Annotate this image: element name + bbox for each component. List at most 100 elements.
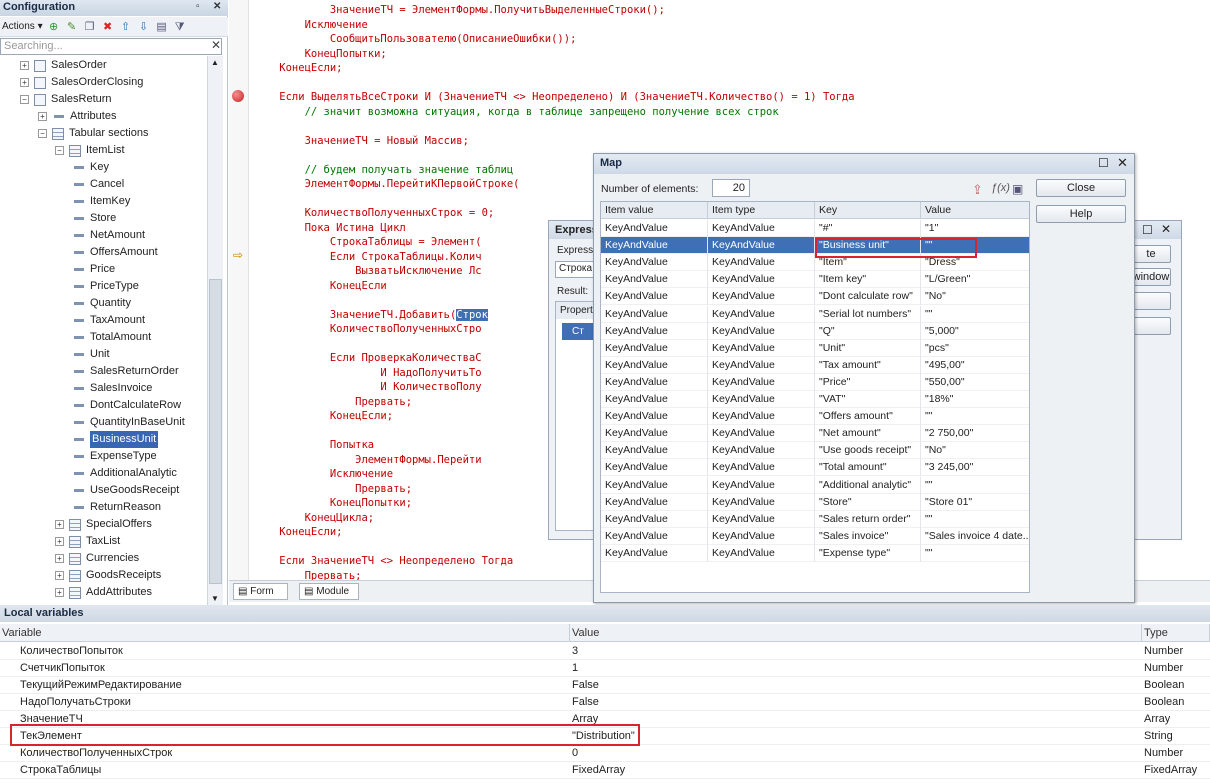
tree-item[interactable]: + SalesOrder: [20, 57, 107, 74]
map-row[interactable]: KeyAndValue KeyAndValue "Unit" "pcs": [601, 339, 1029, 357]
expand-icon[interactable]: +: [38, 112, 47, 121]
map-row[interactable]: KeyAndValue KeyAndValue "Serial lot number…: [601, 305, 1029, 323]
map-row[interactable]: KeyAndValue KeyAndValue "Sales return orde…: [601, 510, 1029, 528]
tree-item[interactable]: Key: [72, 159, 109, 176]
expression-input[interactable]: Строка: [555, 261, 595, 278]
properties-icon[interactable]: ▤: [155, 20, 169, 34]
map-row[interactable]: KeyAndValue KeyAndValue "Use goods receipt…: [601, 442, 1029, 460]
tree-scrollbar[interactable]: ▲ ▼: [207, 56, 223, 605]
tree-item[interactable]: UseGoodsReceipt: [72, 482, 179, 499]
expand-icon[interactable]: +: [55, 571, 64, 580]
map-row[interactable]: KeyAndValue KeyAndValue "Offers amount" "": [601, 408, 1029, 426]
tree-item[interactable]: Unit: [72, 346, 110, 363]
clear-search-icon[interactable]: ✕: [209, 38, 223, 55]
tree-item[interactable]: AdditionalAnalytic: [72, 465, 177, 482]
pin-icon[interactable]: ▫: [196, 1, 200, 12]
search-input[interactable]: Searching...: [0, 38, 222, 55]
close-icon[interactable]: ✕: [213, 1, 221, 12]
maximize-icon[interactable]: ☐: [1142, 223, 1153, 237]
column-variable[interactable]: Variable: [0, 624, 570, 642]
tree-item[interactable]: Price: [72, 261, 115, 278]
map-row[interactable]: KeyAndValue KeyAndValue "Sales invoice" "Sa…: [601, 527, 1029, 545]
tree-item[interactable]: Store: [72, 210, 116, 227]
tree-item[interactable]: + SalesOrderClosing: [20, 74, 143, 91]
new-window-button[interactable]: window: [1131, 268, 1171, 286]
maximize-icon[interactable]: ☐: [1098, 156, 1109, 170]
tree-item[interactable]: + Attributes: [38, 108, 116, 125]
copy-icon[interactable]: ❐: [83, 20, 97, 34]
tree-item[interactable]: + GoodsReceipts: [55, 567, 161, 584]
map-column-header[interactable]: Value: [921, 202, 1029, 219]
expression-button-1[interactable]: te: [1131, 245, 1171, 263]
tab-module[interactable]: ▤ Module: [299, 583, 359, 600]
column-value[interactable]: Value: [570, 624, 1142, 642]
tree-item[interactable]: ExpenseType: [72, 448, 157, 465]
map-row[interactable]: KeyAndValue KeyAndValue "Expense type" "": [601, 544, 1029, 562]
expression-button-3[interactable]: [1131, 292, 1171, 310]
tree-item[interactable]: QuantityInBaseUnit: [72, 414, 185, 431]
scroll-up-icon[interactable]: ▲: [211, 58, 219, 67]
print-icon[interactable]: ▣: [1012, 182, 1023, 196]
tree-item[interactable]: SalesReturnOrder: [72, 363, 179, 380]
close-icon[interactable]: ✕: [1117, 155, 1128, 171]
result-grid[interactable]: Propert Ст: [555, 301, 595, 531]
tree-item[interactable]: + TaxList: [55, 533, 120, 550]
tree-item[interactable]: − ItemList: [55, 142, 125, 159]
map-row[interactable]: KeyAndValue KeyAndValue "Price" "550,00": [601, 373, 1029, 391]
tree-item[interactable]: OffersAmount: [72, 244, 158, 261]
map-row[interactable]: KeyAndValue KeyAndValue "Dont calculate ro…: [601, 288, 1029, 306]
move-up-icon[interactable]: ⇧: [119, 20, 133, 34]
local-variable-row[interactable]: НадоПолучатьСтроки False Boolean: [0, 694, 1210, 711]
local-variable-row[interactable]: СчетчикПопыток 1 Number: [0, 660, 1210, 677]
scroll-thumb[interactable]: [209, 279, 222, 584]
map-row[interactable]: KeyAndValue KeyAndValue "Tax amount" "495,0…: [601, 356, 1029, 374]
tree-item[interactable]: TotalAmount: [72, 329, 151, 346]
expand-icon[interactable]: +: [20, 78, 29, 87]
close-button[interactable]: Close: [1036, 179, 1126, 197]
tree-item[interactable]: ItemKey: [72, 193, 130, 210]
count-field[interactable]: 20: [712, 179, 750, 197]
breakpoint-icon[interactable]: [232, 90, 244, 102]
tree-item[interactable]: NetAmount: [72, 227, 145, 244]
tree-item[interactable]: ReturnReason: [72, 499, 161, 516]
help-button[interactable]: Help: [1036, 205, 1126, 223]
upload-icon[interactable]: ⇪: [972, 182, 983, 198]
edit-icon[interactable]: ✎: [65, 20, 79, 34]
filter-icon[interactable]: ⧩: [173, 20, 187, 34]
add-icon[interactable]: ⊕: [47, 20, 61, 34]
expression-button-4[interactable]: [1131, 317, 1171, 335]
collapse-icon[interactable]: −: [55, 146, 64, 155]
actions-menu[interactable]: Actions ▾: [2, 21, 43, 32]
result-selected-row[interactable]: Ст: [562, 323, 594, 340]
map-row[interactable]: KeyAndValue KeyAndValue "VAT" "18%": [601, 391, 1029, 408]
tab-form[interactable]: ▤ Form: [233, 583, 288, 600]
map-column-header[interactable]: Key: [815, 202, 921, 219]
delete-icon[interactable]: ✖: [101, 20, 115, 34]
collapse-icon[interactable]: −: [38, 129, 47, 138]
tree-item[interactable]: BusinessUnit: [72, 431, 159, 448]
column-type[interactable]: Type: [1142, 624, 1210, 642]
map-column-header[interactable]: Item type: [708, 202, 815, 219]
map-row[interactable]: KeyAndValue KeyAndValue "Q" "5,000": [601, 322, 1029, 340]
local-variable-row[interactable]: СтрокаТаблицы FixedArray FixedArray: [0, 762, 1210, 779]
local-variable-row[interactable]: КоличествоПолученныхСтрок 0 Number: [0, 745, 1210, 762]
scroll-down-icon[interactable]: ▼: [211, 594, 219, 603]
tree-item[interactable]: + AddAttributes: [55, 584, 152, 601]
map-column-header[interactable]: Item value: [601, 202, 708, 219]
function-icon[interactable]: ƒ(x): [991, 182, 1010, 194]
tree-item[interactable]: − SalesReturn: [20, 91, 112, 108]
tree-item[interactable]: SalesInvoice: [72, 380, 152, 397]
tree-item[interactable]: + SpecialOffers: [55, 516, 152, 533]
expand-icon[interactable]: +: [55, 588, 64, 597]
tree-item[interactable]: + Currencies: [55, 550, 139, 567]
expand-icon[interactable]: +: [20, 61, 29, 70]
tree-item[interactable]: DontCalculateRow: [72, 397, 181, 414]
local-variable-row[interactable]: КоличествоПопыток 3 Number: [0, 643, 1210, 660]
map-row[interactable]: KeyAndValue KeyAndValue "Net amount" "2 750…: [601, 425, 1029, 443]
close-icon[interactable]: ✕: [1161, 222, 1171, 236]
tree-item[interactable]: PriceType: [72, 278, 139, 295]
map-row[interactable]: KeyAndValue KeyAndValue "Total amount" "3 2…: [601, 459, 1029, 477]
local-variable-row[interactable]: ТекущийРежимРедактирование False Boolean: [0, 677, 1210, 694]
tree-item[interactable]: − Tabular sections: [38, 125, 149, 142]
map-row[interactable]: KeyAndValue KeyAndValue "#" "1": [601, 220, 1029, 237]
